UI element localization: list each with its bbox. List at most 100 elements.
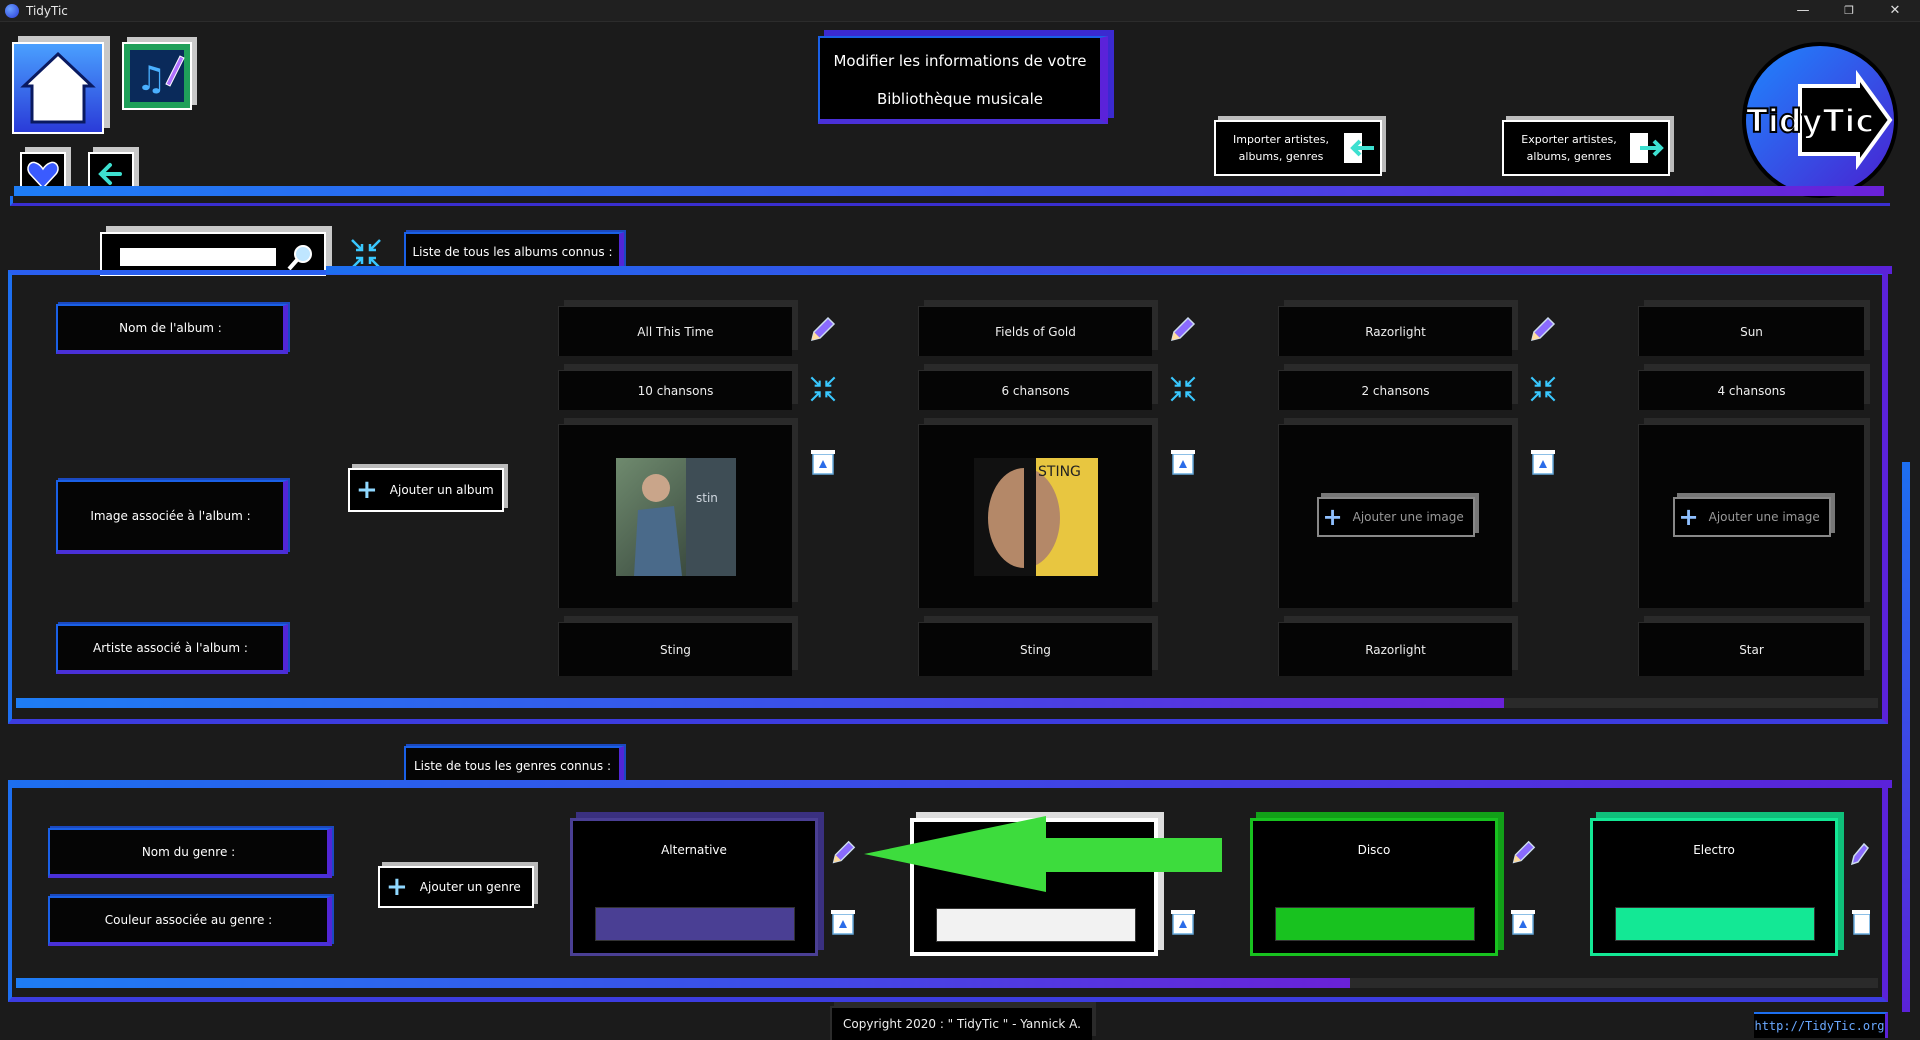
genres-panel-top bbox=[8, 780, 1892, 788]
edit-pencil-icon[interactable] bbox=[1166, 314, 1198, 346]
add-genre-button[interactable]: + Ajouter un genre bbox=[378, 866, 534, 908]
import-label: Importer artistes, albums, genres bbox=[1233, 133, 1329, 163]
album-artist-cell: Sting bbox=[558, 622, 792, 676]
trash-icon[interactable] bbox=[1508, 906, 1538, 936]
edit-pencil-icon[interactable] bbox=[806, 314, 838, 346]
album-search-input[interactable] bbox=[120, 248, 276, 266]
add-image-label: Ajouter une image bbox=[1708, 509, 1820, 524]
page-title: Modifier les informations de votre Bibli… bbox=[818, 36, 1108, 124]
genre-card[interactable]: Disco bbox=[1250, 818, 1498, 956]
expand-icon[interactable] bbox=[1528, 374, 1558, 404]
search-icon[interactable] bbox=[286, 242, 316, 272]
genre-color-swatch[interactable] bbox=[1615, 907, 1815, 941]
home-icon bbox=[14, 44, 102, 132]
app-icon bbox=[5, 4, 19, 18]
window-titlebar: TidyTic — ❐ ✕ bbox=[0, 0, 1920, 22]
album-name-cell: Fields of Gold bbox=[918, 306, 1152, 356]
genre-name: Disco bbox=[1357, 843, 1391, 857]
genre-name: Electro bbox=[1693, 843, 1735, 857]
genre-card[interactable]: Electro bbox=[1590, 818, 1838, 956]
genre-color-swatch[interactable] bbox=[936, 908, 1136, 942]
album-artist-label: Artiste associé à l'album : bbox=[56, 624, 288, 674]
album-image-cell: STING bbox=[918, 424, 1152, 608]
add-image-button[interactable]: + Ajouter une image bbox=[1316, 496, 1475, 537]
album-image-cell: stin bbox=[558, 424, 792, 608]
albums-scrollbar-thumb[interactable] bbox=[16, 698, 1504, 708]
album-songs-cell: 10 chansons bbox=[558, 370, 792, 410]
edit-pencil-icon[interactable] bbox=[1850, 840, 1870, 866]
add-image-label: Ajouter une image bbox=[1352, 509, 1464, 524]
album-artist-cell: Razorlight bbox=[1278, 622, 1512, 676]
genre-card[interactable]: Alternative bbox=[570, 818, 818, 956]
import-icon bbox=[1344, 133, 1374, 163]
genre-color-label: Couleur associée au genre : bbox=[48, 896, 332, 946]
add-album-button[interactable]: + Ajouter un album bbox=[348, 468, 504, 512]
cover-text: stin bbox=[696, 491, 718, 505]
header-divider bbox=[14, 186, 1884, 196]
export-icon bbox=[1630, 133, 1664, 163]
album-cover-image: STING bbox=[973, 457, 1098, 576]
genre-color-swatch[interactable] bbox=[1275, 907, 1475, 941]
music-edit-button[interactable]: ♫ bbox=[122, 42, 192, 110]
album-songs-cell: 2 chansons bbox=[1278, 370, 1512, 410]
album-name-cell: Sun bbox=[1638, 306, 1864, 356]
expand-icon[interactable] bbox=[808, 374, 838, 404]
album-songs-cell: 6 chansons bbox=[918, 370, 1152, 410]
copyright: Copyright 2020 : " TidyTic " - Yannick A… bbox=[830, 1006, 1092, 1040]
window-title: TidyTic bbox=[26, 4, 68, 18]
album-image-label: Image associée à l'album : bbox=[56, 480, 288, 554]
trash-icon[interactable] bbox=[1168, 906, 1198, 936]
album-name-label: Nom de l'album : bbox=[56, 304, 288, 354]
trash-icon[interactable] bbox=[1168, 446, 1198, 476]
album-image-cell: + Ajouter une image bbox=[1638, 424, 1864, 608]
import-button[interactable]: Importer artistes, albums, genres bbox=[1214, 120, 1382, 176]
genre-color-swatch[interactable] bbox=[595, 907, 795, 941]
genre-name: Alternative bbox=[661, 843, 727, 857]
album-artist-cell: Star bbox=[1638, 622, 1864, 676]
website-link[interactable]: http://TidyTic.org bbox=[1754, 1012, 1888, 1038]
trash-icon[interactable] bbox=[808, 446, 838, 476]
restore-button[interactable]: ❐ bbox=[1826, 0, 1872, 22]
album-name-cell: All This Time bbox=[558, 306, 792, 356]
logo-text: TidyTic bbox=[1746, 102, 1874, 140]
plus-icon: + bbox=[356, 475, 378, 505]
trash-icon[interactable] bbox=[1528, 446, 1558, 476]
trash-icon[interactable] bbox=[828, 906, 858, 936]
edit-pencil-icon[interactable] bbox=[1508, 838, 1538, 868]
albums-panel-top bbox=[326, 266, 1892, 274]
trash-icon[interactable] bbox=[1850, 906, 1870, 936]
tidytic-logo-icon: TidyTic bbox=[1742, 42, 1898, 198]
album-name-cell: Razorlight bbox=[1278, 306, 1512, 356]
genres-scrollbar-track[interactable] bbox=[16, 978, 1878, 988]
expand-icon[interactable] bbox=[1168, 374, 1198, 404]
albums-scrollbar-track[interactable] bbox=[16, 698, 1878, 708]
add-image-button[interactable]: + Ajouter une image bbox=[1672, 496, 1831, 537]
edit-pencil-icon[interactable] bbox=[1526, 314, 1558, 346]
album-songs-cell: 4 chansons bbox=[1638, 370, 1864, 410]
page-title-line2: Bibliothèque musicale bbox=[876, 90, 1044, 108]
plus-icon: + bbox=[1678, 502, 1699, 531]
page-title-line1: Modifier les informations de votre bbox=[833, 52, 1087, 70]
edit-pencil-icon[interactable] bbox=[828, 838, 858, 868]
export-label: Exporter artistes, albums, genres bbox=[1521, 133, 1617, 163]
minimize-button[interactable]: — bbox=[1780, 0, 1826, 22]
close-button[interactable]: ✕ bbox=[1872, 0, 1918, 22]
tidytic-logo[interactable]: TidyTic bbox=[1740, 40, 1900, 200]
cover-text: STING bbox=[1038, 464, 1081, 480]
genres-scrollbar-thumb[interactable] bbox=[16, 978, 1350, 988]
album-cover-image: stin bbox=[615, 457, 736, 576]
album-image-cell: + Ajouter une image bbox=[1278, 424, 1512, 608]
header-frame-bottom bbox=[10, 196, 1890, 206]
page-scrollbar-track[interactable] bbox=[1900, 22, 1914, 1040]
home-button[interactable] bbox=[12, 42, 104, 134]
genre-name-label: Nom du genre : bbox=[48, 828, 332, 878]
plus-icon: + bbox=[1322, 502, 1343, 531]
add-genre-label: Ajouter un genre bbox=[419, 880, 521, 894]
green-arrow-annotation bbox=[864, 816, 1222, 892]
plus-icon: + bbox=[386, 872, 408, 902]
svg-text:♫: ♫ bbox=[136, 59, 166, 99]
page-scrollbar-thumb[interactable] bbox=[1902, 462, 1910, 1012]
export-button[interactable]: Exporter artistes, albums, genres bbox=[1502, 120, 1670, 176]
add-album-label: Ajouter un album bbox=[389, 483, 494, 497]
music-note-edit-icon: ♫ bbox=[124, 44, 190, 108]
